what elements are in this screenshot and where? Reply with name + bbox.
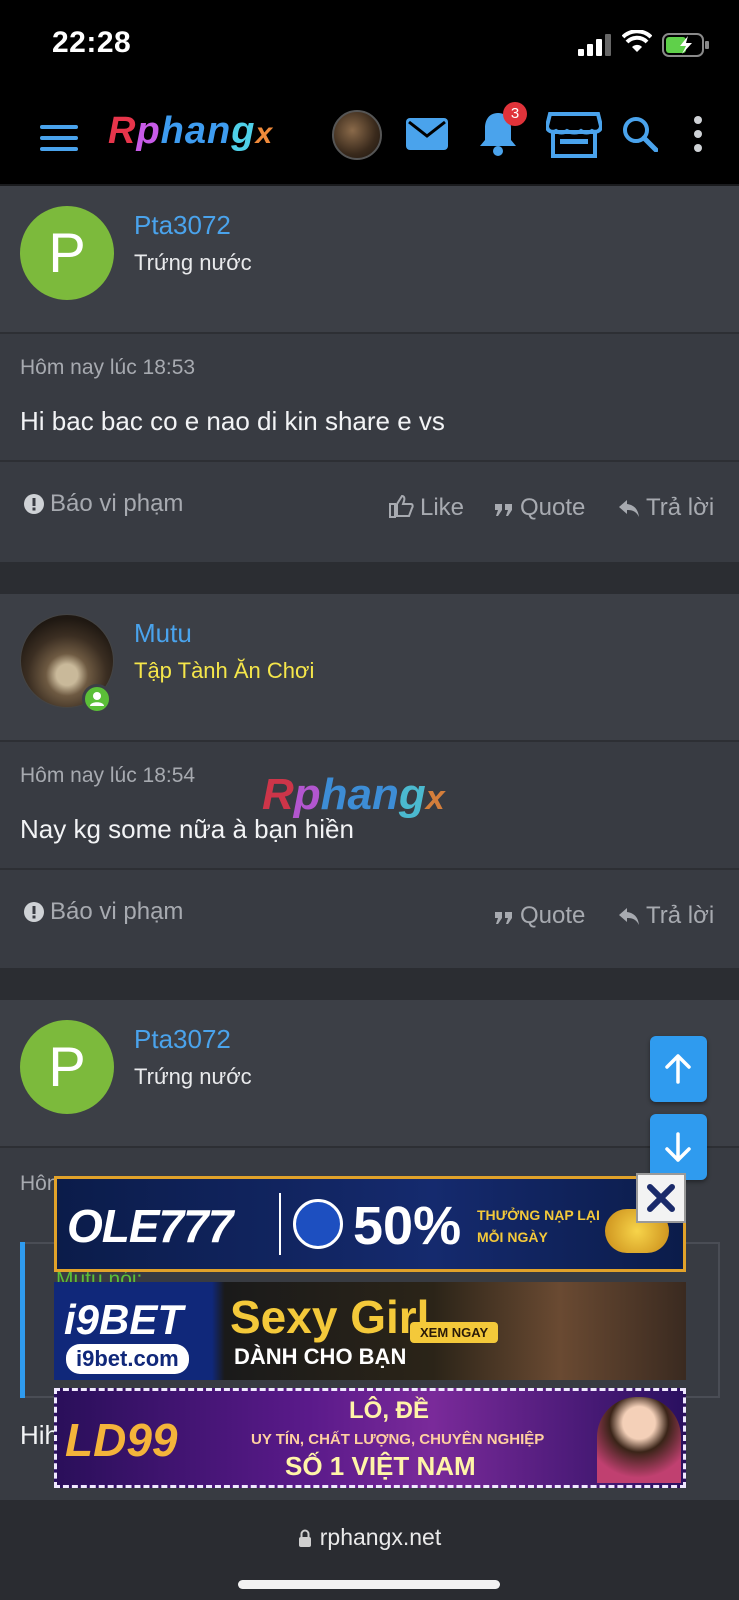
ad-brand: LD99 — [65, 1414, 178, 1466]
report-button[interactable]: Báo vi phạm — [24, 490, 183, 518]
status-time: 22:28 — [52, 26, 132, 59]
ad-cta-button[interactable]: XEM NGAY — [410, 1322, 499, 1343]
thumbs-up-icon — [389, 494, 414, 518]
quote-label: Quote — [520, 902, 586, 929]
ad-site: i9bet.com — [66, 1344, 189, 1374]
screen: 22:28 Rphangx 3 P Pta3072 Trứng nước Hôm… — [0, 0, 739, 1600]
avatar[interactable]: P — [20, 206, 114, 300]
ad-title: Sexy Girl — [230, 1291, 430, 1343]
logo-part: han — [160, 110, 232, 152]
ad-line: MỖI NGÀY — [477, 1229, 548, 1245]
post-header: P Pta3072 Trứng nước — [0, 1000, 739, 1148]
logo-part: g — [231, 110, 256, 152]
warning-icon — [24, 494, 44, 514]
ad-line: SỐ 1 VIỆT NAM — [285, 1451, 476, 1481]
report-button[interactable]: Báo vi phạm — [24, 898, 183, 926]
username[interactable]: Mutu — [134, 618, 192, 649]
user-title: Trứng nước — [134, 250, 252, 275]
quote-block-bar — [20, 1242, 25, 1398]
post-timestamp[interactable]: Hôm nay lúc 18:53 — [20, 356, 195, 380]
ad-close-button[interactable] — [636, 1173, 686, 1223]
ad-model-photo — [597, 1397, 681, 1483]
ad-banner-i9bet[interactable]: i9BET i9bet.com Sexy Girl DÀNH CHO BẠN X… — [54, 1282, 686, 1380]
scroll-bottom-button[interactable] — [650, 1114, 707, 1180]
club-crest-icon — [293, 1199, 343, 1249]
logo-part: x — [425, 779, 445, 817]
logo-part: p — [136, 110, 161, 152]
warning-icon — [24, 902, 44, 922]
reply-label: Trả lời — [646, 494, 715, 521]
post-body: Hôm nay lúc 18:53 Hi bac bac co e nao di… — [0, 334, 739, 462]
more-vertical-icon[interactable] — [692, 116, 704, 152]
ad-brand: i9BET — [64, 1296, 184, 1343]
quote-button[interactable]: Quote — [494, 902, 585, 930]
online-status-icon — [82, 684, 112, 714]
post-message: Hi bac bac co e nao di kin share e vs — [20, 406, 445, 436]
ad-banner-ole777[interactable]: OLE777 50% THƯỞNG NẠP LẠI MỖI NGÀY — [54, 1176, 686, 1272]
post: P Pta3072 Trứng nước Hôm nay lúc 18:53 H… — [0, 186, 739, 562]
mail-icon[interactable] — [406, 118, 448, 150]
arrow-up-icon — [665, 1054, 691, 1084]
battery-charging-icon — [662, 33, 709, 57]
quote-label: Quote — [520, 494, 586, 521]
avatar[interactable]: P — [20, 1020, 114, 1114]
cellular-signal-icon — [578, 34, 611, 56]
wifi-icon — [622, 30, 652, 52]
logo-part: R — [108, 110, 137, 152]
logo-part: x — [255, 117, 274, 150]
logo-part: han — [320, 770, 399, 819]
quote-icon — [495, 504, 512, 516]
lock-icon — [298, 1529, 311, 1547]
post-timestamp[interactable]: Hôn — [20, 1172, 59, 1196]
report-label: Báo vi phạm — [50, 898, 184, 925]
url-text: rphangx.net — [319, 1524, 442, 1550]
post-actions: Báo vi phạm Like Quote Trả lời — [0, 462, 739, 558]
ad-subtitle: DÀNH CHO BẠN — [234, 1344, 407, 1369]
arrow-down-icon — [665, 1132, 691, 1162]
user-avatar[interactable] — [332, 110, 382, 160]
ad-brand: OLE777 — [67, 1200, 233, 1252]
reply-icon — [619, 908, 639, 925]
ad-line: UY TÍN, CHẤT LƯỢNG, CHUYÊN NGHIỆP — [251, 1431, 545, 1448]
quote-icon — [495, 912, 512, 924]
ad-banner-ld99[interactable]: LD99 LÔ, ĐỀ UY TÍN, CHẤT LƯỢNG, CHUYÊN N… — [54, 1388, 686, 1488]
post-header: Mutu Tập Tành Ăn Chơi — [0, 594, 739, 742]
quote-button[interactable]: Quote — [494, 494, 585, 522]
report-label: Báo vi phạm — [50, 490, 184, 517]
logo-part: g — [398, 770, 426, 819]
home-indicator[interactable] — [238, 1580, 500, 1589]
reply-button[interactable]: Trả lời — [618, 902, 714, 930]
close-icon — [647, 1184, 675, 1212]
post-actions: Báo vi phạm Quote Trả lời — [0, 870, 739, 966]
like-button[interactable]: Like — [388, 494, 464, 522]
like-label: Like — [420, 494, 465, 521]
user-title: Trứng nước — [134, 1064, 252, 1089]
reply-icon — [619, 500, 639, 517]
logo-part: R — [262, 770, 294, 819]
user-title: Tập Tành Ăn Chơi — [134, 658, 315, 683]
status-bar: 22:28 — [0, 0, 739, 88]
url-display[interactable]: rphangx.net — [0, 1524, 739, 1551]
watermark-logo: Rphangx — [262, 770, 445, 820]
logo-part: p — [293, 770, 321, 819]
notification-count-badge: 3 — [503, 102, 527, 126]
post-header: P Pta3072 Trứng nước — [0, 186, 739, 334]
ad-percent: 50% — [353, 1196, 462, 1256]
post-timestamp[interactable]: Hôm nay lúc 18:54 — [20, 764, 195, 788]
site-logo[interactable]: Rphangx — [108, 110, 273, 153]
top-nav-bar: Rphangx 3 — [0, 88, 739, 186]
ad-line: THƯỞNG NẠP LẠI — [477, 1207, 600, 1223]
reply-label: Trả lời — [646, 902, 715, 929]
scroll-top-button[interactable] — [650, 1036, 707, 1102]
hamburger-menu-icon[interactable] — [40, 124, 78, 152]
username[interactable]: Pta3072 — [134, 210, 231, 241]
username[interactable]: Pta3072 — [134, 1024, 231, 1055]
browser-url-bar: rphangx.net — [0, 1500, 739, 1600]
ad-line: LÔ, ĐỀ — [349, 1397, 430, 1424]
search-icon[interactable] — [622, 116, 658, 152]
store-icon[interactable] — [546, 110, 602, 158]
reply-button[interactable]: Trả lời — [618, 494, 714, 522]
